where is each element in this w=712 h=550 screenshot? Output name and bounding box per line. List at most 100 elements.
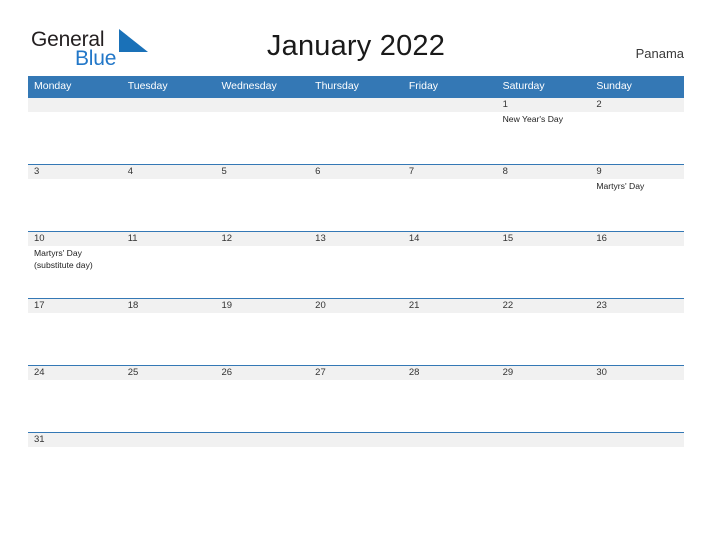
- day-event: [590, 447, 684, 499]
- day-event: [403, 246, 497, 298]
- day-event: [28, 380, 122, 432]
- region-label: Panama: [635, 46, 684, 61]
- day-number[interactable]: 2: [590, 98, 684, 112]
- weekday-header-thursday: Thursday: [315, 80, 359, 92]
- week-row: 3 4 5 6 7 8 9 Martyrs' Day: [28, 164, 684, 231]
- day-number[interactable]: 11: [122, 232, 216, 246]
- day-event: [122, 380, 216, 432]
- day-event: [215, 179, 309, 231]
- day-event: [215, 246, 309, 298]
- day-number[interactable]: 23: [590, 299, 684, 313]
- day-event: [590, 380, 684, 432]
- week-date-band: 31: [28, 433, 684, 447]
- day-event: Martyrs' Day (substitute day): [34, 248, 93, 270]
- day-event: [309, 313, 403, 365]
- page-title: January 2022: [266, 30, 446, 62]
- day-number[interactable]: [590, 433, 684, 447]
- day-event: [309, 380, 403, 432]
- day-event: [590, 313, 684, 365]
- day-event: [28, 179, 122, 231]
- day-event: [590, 112, 684, 164]
- day-number[interactable]: 7: [403, 165, 497, 179]
- day-event: [309, 112, 403, 164]
- day-event: New Year's Day: [502, 114, 563, 124]
- day-event: [122, 179, 216, 231]
- weekday-header-monday: Monday: [34, 80, 72, 92]
- calendar-grid: Monday Tuesday Wednesday Thursday Friday…: [28, 76, 684, 499]
- day-number[interactable]: 12: [215, 232, 309, 246]
- week-date-band: 10 11 12 13 14 15 16: [28, 232, 684, 246]
- day-number[interactable]: 26: [215, 366, 309, 380]
- day-number[interactable]: [28, 98, 122, 112]
- week-event-band: New Year's Day: [28, 112, 684, 164]
- week-row: 24 25 26 27 28 29 30: [28, 365, 684, 432]
- day-number[interactable]: 24: [28, 366, 122, 380]
- day-number[interactable]: 6: [309, 165, 403, 179]
- day-number[interactable]: 29: [497, 366, 591, 380]
- day-event: [122, 447, 216, 499]
- day-number[interactable]: 25: [122, 366, 216, 380]
- day-number[interactable]: 19: [215, 299, 309, 313]
- day-number[interactable]: [403, 433, 497, 447]
- day-number[interactable]: 30: [590, 366, 684, 380]
- week-event-band: Martyrs' Day: [28, 179, 684, 231]
- week-date-band: 1 2: [28, 98, 684, 112]
- day-number[interactable]: 17: [28, 299, 122, 313]
- day-event: [403, 447, 497, 499]
- day-number[interactable]: 4: [122, 165, 216, 179]
- day-number[interactable]: 13: [309, 232, 403, 246]
- day-number[interactable]: 16: [590, 232, 684, 246]
- day-event: [28, 112, 122, 164]
- day-event: [403, 313, 497, 365]
- day-number[interactable]: [215, 98, 309, 112]
- day-number[interactable]: [497, 433, 591, 447]
- day-number[interactable]: 21: [403, 299, 497, 313]
- day-event: [215, 313, 309, 365]
- day-event: [122, 313, 216, 365]
- day-event: [590, 246, 684, 298]
- week-date-band: 24 25 26 27 28 29 30: [28, 366, 684, 380]
- week-event-band: [28, 313, 684, 365]
- day-event: [309, 179, 403, 231]
- week-row: 31: [28, 432, 684, 499]
- day-event: Martyrs' Day: [596, 181, 645, 191]
- day-event: [403, 179, 497, 231]
- week-event-band: [28, 447, 684, 499]
- day-number[interactable]: 1: [497, 98, 591, 112]
- day-event: [28, 313, 122, 365]
- day-number[interactable]: 8: [497, 165, 591, 179]
- weekday-header-saturday: Saturday: [502, 80, 545, 92]
- day-event: [215, 380, 309, 432]
- day-event: [497, 313, 591, 365]
- day-number[interactable]: 3: [28, 165, 122, 179]
- week-event-band: Martyrs' Day (substitute day): [28, 246, 684, 298]
- day-number[interactable]: 5: [215, 165, 309, 179]
- day-event: [122, 246, 216, 298]
- day-number[interactable]: [215, 433, 309, 447]
- day-event: [497, 380, 591, 432]
- day-number[interactable]: [403, 98, 497, 112]
- week-row: 10 11 12 13 14 15 16 Martyrs' Day (subst…: [28, 231, 684, 298]
- weekday-header-row: Monday Tuesday Wednesday Thursday Friday…: [28, 76, 684, 97]
- week-row: 17 18 19 20 21 22 23: [28, 298, 684, 365]
- day-number[interactable]: 31: [28, 433, 122, 447]
- day-number[interactable]: 15: [497, 232, 591, 246]
- weekday-header-sunday: Sunday: [596, 80, 632, 92]
- day-number[interactable]: 22: [497, 299, 591, 313]
- day-number[interactable]: 28: [403, 366, 497, 380]
- day-event: [497, 447, 591, 499]
- day-number[interactable]: 27: [309, 366, 403, 380]
- day-number[interactable]: 18: [122, 299, 216, 313]
- day-number[interactable]: 10: [28, 232, 122, 246]
- day-event: [309, 246, 403, 298]
- week-event-band: [28, 380, 684, 432]
- day-event: [497, 246, 591, 298]
- day-number[interactable]: [309, 98, 403, 112]
- day-number[interactable]: 20: [309, 299, 403, 313]
- day-number[interactable]: [309, 433, 403, 447]
- day-number[interactable]: [122, 433, 216, 447]
- day-number[interactable]: 9: [590, 165, 684, 179]
- day-number[interactable]: 14: [403, 232, 497, 246]
- day-event: [497, 179, 591, 231]
- day-number[interactable]: [122, 98, 216, 112]
